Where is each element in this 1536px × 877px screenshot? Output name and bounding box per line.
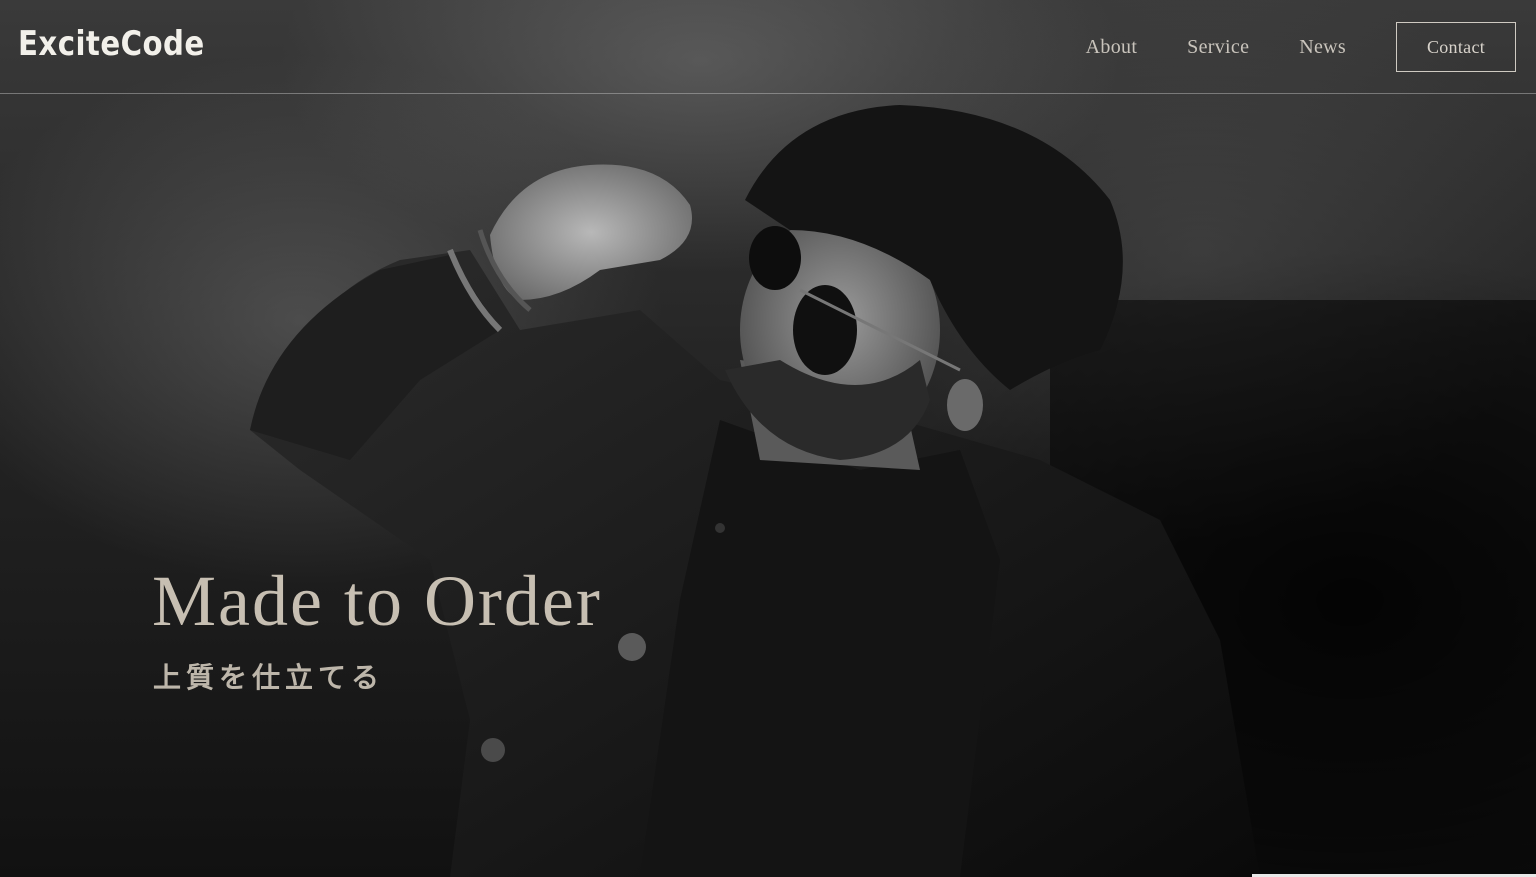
site-header: ExciteCode About Service News Contact bbox=[0, 0, 1536, 94]
nav-link-news[interactable]: News bbox=[1299, 36, 1346, 59]
hero-headline: Made to Order bbox=[152, 561, 602, 641]
hero-photo bbox=[250, 105, 1536, 877]
main-nav: About Service News Contact bbox=[1086, 22, 1516, 72]
site-logo[interactable]: ExciteCode bbox=[18, 24, 205, 64]
nav-link-service[interactable]: Service bbox=[1187, 36, 1249, 59]
hero-section: ExciteCode About Service News Contact Ma… bbox=[0, 0, 1536, 877]
nav-link-about[interactable]: About bbox=[1086, 36, 1138, 59]
hero-subheadline: 上質を仕立てる bbox=[153, 661, 385, 694]
contact-button[interactable]: Contact bbox=[1396, 22, 1516, 72]
